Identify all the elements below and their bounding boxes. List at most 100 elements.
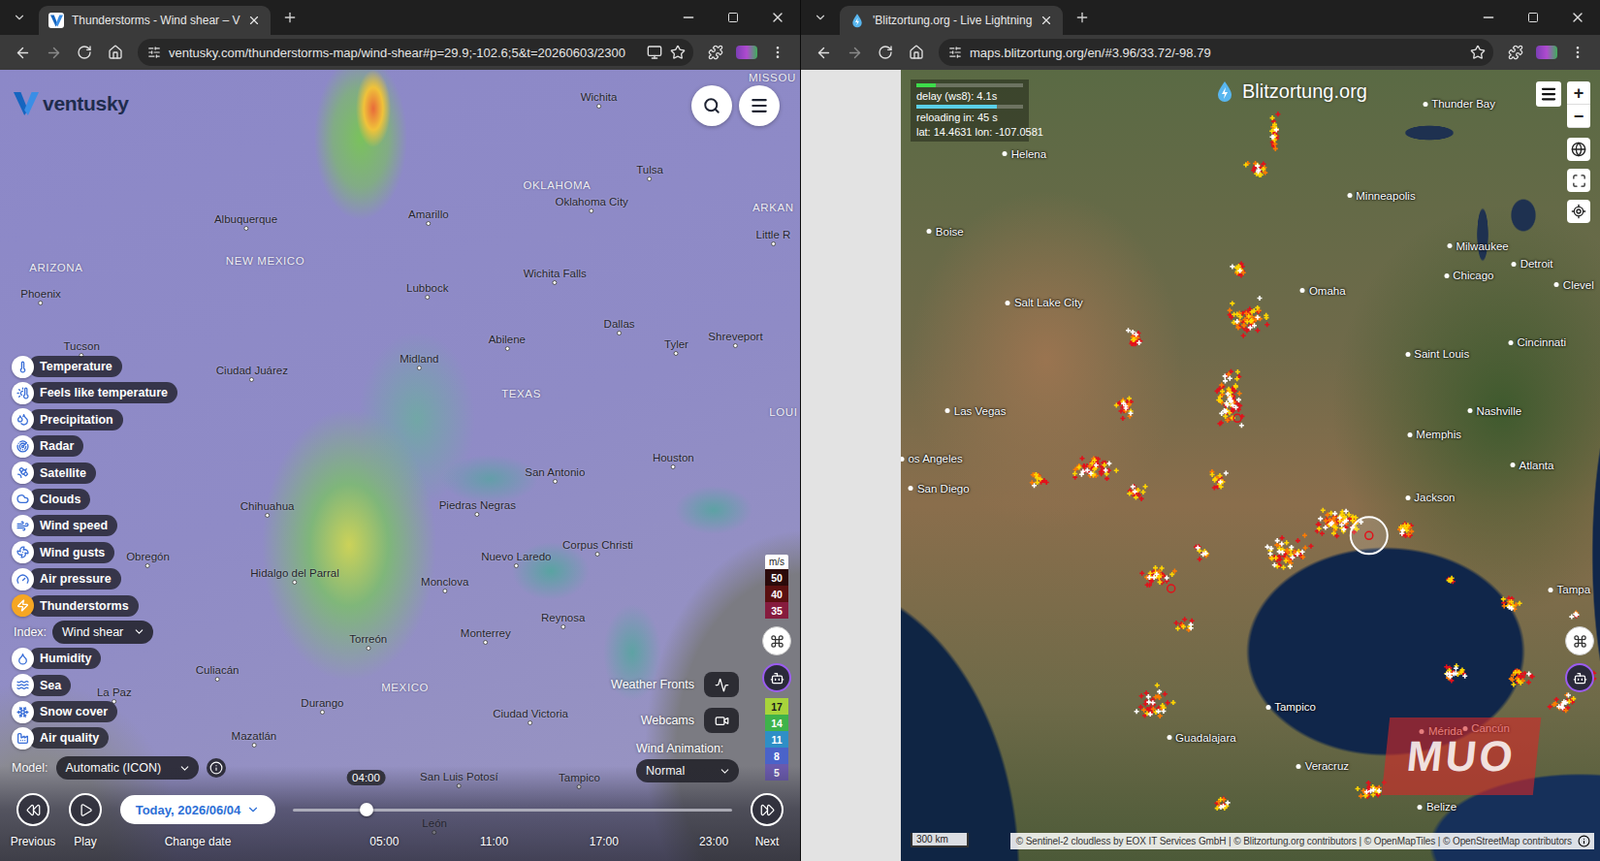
time-thumb[interactable] — [359, 802, 374, 817]
command-icon — [769, 634, 785, 649]
close-tab-icon[interactable] — [1039, 13, 1054, 28]
maximize-button[interactable] — [710, 0, 756, 35]
layer-item[interactable]: Clouds — [11, 487, 178, 512]
layer-item[interactable]: Radar — [11, 434, 178, 458]
close-window-button[interactable] — [755, 0, 800, 35]
assistant-button[interactable] — [762, 663, 792, 693]
time-tick: 23:00 — [699, 832, 729, 852]
browser-tab[interactable]: 'Blitzortung.org - Live Lightning — [839, 5, 1063, 35]
url-text[interactable]: ventusky.com/thunderstorms-map/wind-shea… — [168, 45, 640, 61]
new-tab-button[interactable] — [276, 3, 304, 32]
layer-item[interactable]: Satellite — [11, 461, 178, 485]
strike-marks — [1031, 127, 1591, 810]
profile-avatar[interactable] — [1536, 45, 1558, 60]
city-label: Lubbock — [406, 282, 448, 300]
layer-item[interactable]: Air quality — [11, 726, 178, 750]
site-info-icon[interactable] — [147, 45, 161, 60]
weather-map[interactable]: MISSOUWichitaTulsaOKLAHOMAOklahoma CityA… — [0, 69, 800, 861]
previous-button[interactable] — [16, 793, 50, 827]
region-label: TEXAS — [501, 387, 542, 400]
city-dot — [1554, 282, 1560, 288]
time-slider[interactable]: 04:00 — [292, 793, 733, 827]
zoom-button[interactable]: + — [1567, 81, 1591, 105]
command-button[interactable] — [1565, 626, 1595, 656]
plus-icon — [1074, 9, 1090, 26]
menu-button[interactable] — [1536, 81, 1562, 107]
bookmark-star-icon[interactable] — [1470, 44, 1486, 61]
extensions-button[interactable] — [1501, 37, 1531, 67]
command-button[interactable] — [762, 626, 792, 656]
region-label: ARIZONA — [29, 261, 83, 274]
search-button[interactable] — [691, 85, 733, 127]
fast-forward-icon — [760, 802, 775, 818]
city-label: Tyler — [664, 338, 689, 356]
layer-item[interactable]: Snow cover — [11, 700, 178, 724]
minimize-button[interactable] — [1466, 0, 1511, 35]
time-track — [292, 808, 733, 812]
city-label: San Antonio — [524, 466, 585, 484]
menu-button[interactable] — [738, 85, 780, 127]
tab-search-button[interactable] — [806, 3, 834, 32]
city-label: Tampa — [1548, 583, 1592, 596]
layer-item[interactable]: Precipitation — [11, 408, 178, 432]
new-tab-button[interactable] — [1068, 3, 1096, 32]
home-button[interactable] — [901, 37, 931, 67]
profile-avatar[interactable] — [736, 45, 758, 60]
layer-item[interactable]: Sea — [11, 673, 178, 698]
minimize-button[interactable] — [666, 0, 711, 35]
toggle-row[interactable]: Webcams — [640, 707, 739, 734]
url-field[interactable]: ventusky.com/thunderstorms-map/wind-shea… — [137, 38, 694, 66]
reload-button[interactable] — [69, 37, 99, 67]
back-button[interactable] — [808, 37, 838, 67]
city-dot — [770, 241, 776, 247]
lightning-map[interactable]: Thunder BayHelenaMinneapolisBoiseMilwauk… — [900, 69, 1600, 861]
time-tick: 05:00 — [369, 832, 399, 852]
browser-tab[interactable]: Thunderstorms - Wind shear – V — [38, 5, 271, 35]
more-button[interactable] — [763, 37, 793, 67]
layer-item[interactable]: Thunderstorms — [11, 594, 178, 618]
layer-item[interactable]: Temperature — [11, 354, 178, 379]
forward-button[interactable] — [38, 37, 68, 67]
index-select[interactable]: Wind shear — [52, 620, 154, 644]
ventusky-logo[interactable]: ventusky — [13, 91, 129, 117]
fullscreen-button[interactable] — [1567, 168, 1591, 192]
play-button[interactable] — [68, 793, 102, 827]
url-text[interactable]: maps.blitzortung.org/en/#3.96/33.72/-98.… — [969, 45, 1463, 61]
url-field[interactable]: maps.blitzortung.org/en/#3.96/33.72/-98.… — [938, 38, 1494, 66]
layer-item[interactable]: Wind speed — [11, 513, 178, 538]
time-ticks: 05:0011:0017:0023:00 — [292, 832, 733, 852]
more-button[interactable] — [1563, 37, 1593, 67]
layer-item[interactable]: Air pressure — [11, 567, 178, 591]
legend-unit: m/s — [765, 554, 789, 570]
tab-search-button[interactable] — [5, 3, 33, 32]
info-icon[interactable] — [1577, 834, 1591, 848]
install-app-icon[interactable] — [646, 44, 663, 61]
reload-button[interactable] — [870, 37, 900, 67]
blitzortung-logo[interactable]: Blitzortung.org — [1213, 79, 1368, 103]
latest-strike-ring — [1350, 516, 1388, 554]
maximize-button[interactable] — [1510, 0, 1556, 35]
toggle-button[interactable] — [704, 707, 739, 734]
forward-button[interactable] — [839, 37, 869, 67]
close-window-button[interactable] — [1555, 0, 1600, 35]
close-tab-icon[interactable] — [247, 13, 261, 28]
city-dot — [482, 640, 488, 645]
bookmark-star-icon[interactable] — [670, 44, 686, 61]
home-button[interactable] — [100, 37, 130, 67]
locate-button[interactable] — [1567, 199, 1591, 224]
zoom-button[interactable]: − — [1567, 104, 1591, 128]
back-button[interactable] — [7, 37, 37, 67]
globe-button[interactable] — [1567, 137, 1591, 161]
next-button[interactable] — [750, 793, 784, 827]
site-info-icon[interactable] — [948, 45, 962, 60]
assistant-button[interactable] — [1565, 663, 1595, 693]
toggle-button[interactable] — [704, 672, 739, 698]
city-label: Atlanta — [1510, 459, 1555, 472]
date-picker[interactable]: Today, 2026/06/04 — [120, 795, 276, 825]
layer-item[interactable]: Humidity — [11, 646, 178, 671]
extensions-button[interactable] — [701, 37, 731, 67]
layer-item[interactable]: Feels like temperature — [11, 381, 178, 405]
layer-item[interactable]: Wind gusts — [11, 541, 178, 565]
blitzortung-logo-icon — [849, 12, 865, 29]
toggle-row[interactable]: Weather Fronts — [610, 672, 739, 698]
